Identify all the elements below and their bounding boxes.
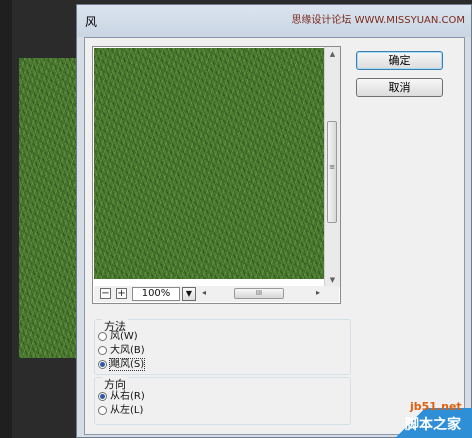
radio-option-stagger[interactable]: 飓风(S) — [98, 358, 146, 371]
radio-label: 飓风(S) — [108, 358, 146, 371]
watermark-text: 思缘设计论坛 WWW.MISSYUAN.COM — [291, 15, 465, 26]
dialog-client-area: ▲ ≡ ▼ − + 100% ▼ ◂ III ▸ 确定 取消 方法 风(W) 大… — [84, 37, 465, 435]
watermark-brand-text: 脚本之家 — [405, 417, 461, 433]
radio-option-blast[interactable]: 大风(B) — [98, 344, 145, 357]
radio-label: 风(W) — [110, 331, 138, 342]
preview-image[interactable] — [94, 48, 327, 279]
grip-icon: ≡ — [329, 163, 335, 171]
radio-option-wind[interactable]: 风(W) — [98, 330, 138, 343]
vertical-scroll-thumb[interactable]: ≡ — [327, 121, 337, 223]
scroll-down-arrow-icon[interactable]: ▼ — [325, 273, 340, 287]
wind-filter-dialog: 风 思缘设计论坛 WWW.MISSYUAN.COM ▲ ≡ ▼ − + 100%… — [76, 4, 472, 438]
radio-button-selected[interactable] — [98, 360, 107, 369]
radio-button[interactable] — [98, 346, 107, 355]
ok-button[interactable]: 确定 — [356, 51, 443, 70]
radio-option-from-right[interactable]: 从右(R) — [98, 390, 145, 403]
method-groupbox: 方法 风(W) 大风(B) 飓风(S) — [94, 318, 351, 375]
radio-label: 从左(L) — [110, 405, 144, 416]
radio-label: 大风(B) — [110, 345, 145, 356]
scroll-up-arrow-icon[interactable]: ▲ — [325, 47, 340, 61]
radio-label: 从右(R) — [110, 391, 145, 402]
zoom-dropdown-arrow-icon[interactable]: ▼ — [182, 287, 196, 301]
cancel-button[interactable]: 取消 — [356, 78, 443, 97]
horizontal-scroll-thumb[interactable]: III — [234, 288, 284, 299]
preview-vertical-scrollbar[interactable]: ▲ ≡ ▼ — [324, 47, 340, 287]
preview-panel: ▲ ≡ ▼ − + 100% ▼ ◂ III ▸ — [92, 46, 341, 304]
radio-option-from-left[interactable]: 从左(L) — [98, 404, 143, 417]
radio-button[interactable] — [98, 332, 107, 341]
scroll-right-arrow-icon[interactable]: ▸ — [316, 288, 320, 297]
direction-groupbox: 方向 从右(R) 从左(L) — [94, 376, 351, 425]
zoom-toolbar: − + 100% ▼ ◂ III ▸ — [94, 286, 339, 302]
dialog-title: 风 — [85, 15, 98, 29]
canvas-edge — [0, 0, 12, 438]
dialog-titlebar[interactable]: 风 思缘设计论坛 WWW.MISSYUAN.COM — [77, 5, 471, 37]
zoom-out-button[interactable]: − — [100, 288, 111, 299]
zoom-in-button[interactable]: + — [116, 288, 127, 299]
zoom-level-field[interactable]: 100% — [132, 287, 180, 301]
watermark-site-text: jb51.net — [410, 400, 462, 413]
document-grass-image — [19, 58, 77, 358]
scroll-left-arrow-icon[interactable]: ◂ — [202, 288, 206, 297]
radio-button-selected[interactable] — [98, 392, 107, 401]
radio-button[interactable] — [98, 406, 107, 415]
